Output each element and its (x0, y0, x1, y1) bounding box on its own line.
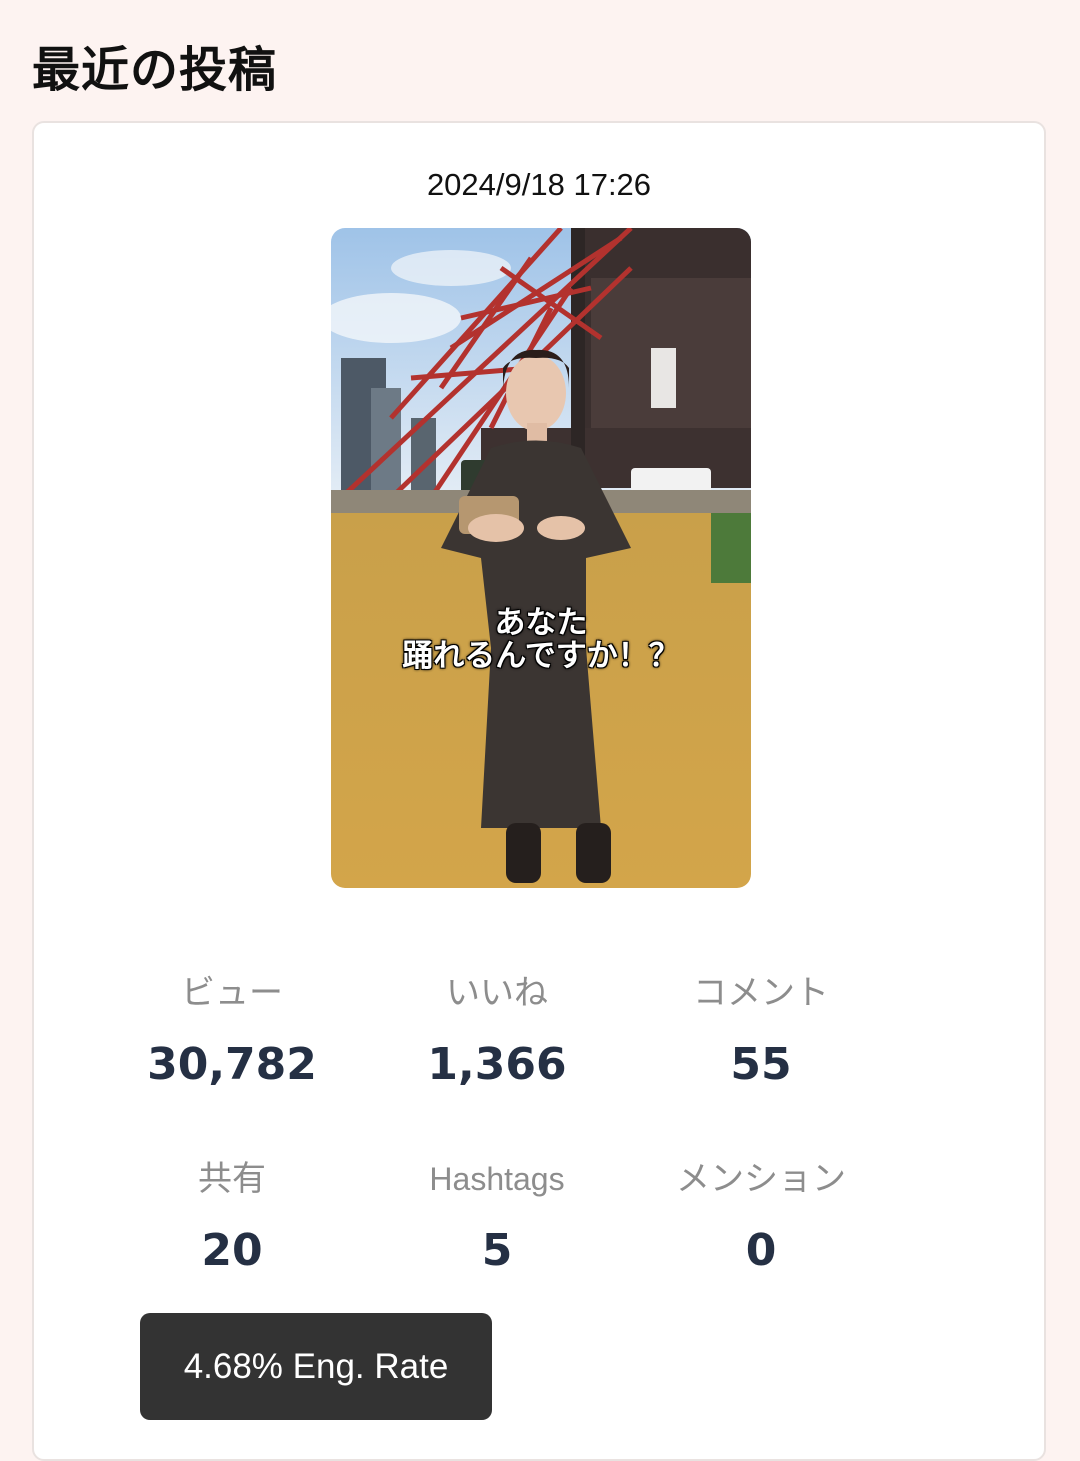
stat-likes: いいね 1,366 (367, 971, 627, 1091)
stat-value-views: 30,782 (147, 1039, 317, 1090)
stat-mentions: メンション 0 (631, 1157, 891, 1277)
recent-post-card[interactable]: 2024/9/18 17:26 あなた 踊れるんですか！？ ビュー 30,782… (32, 121, 1046, 1461)
stat-label-likes: いいね (446, 974, 548, 1012)
stat-value-hashtags: 5 (481, 1225, 513, 1276)
stat-label-views: ビュー (181, 974, 283, 1012)
engagement-rate-badge: 4.68% Eng. Rate (140, 1313, 492, 1420)
post-date: 2024/9/18 17:26 (426, 167, 652, 202)
stat-value-mentions: 0 (745, 1225, 777, 1276)
stat-label-shares: 共有 (198, 1160, 266, 1198)
stat-comments: コメント 55 (631, 971, 891, 1091)
stat-label-comments: コメント (693, 974, 829, 1012)
stat-label-mentions: メンション (676, 1160, 846, 1198)
stat-label-hashtags: Hashtags (429, 1161, 565, 1197)
post-caption-line2: 踊れるんですか！？ (402, 638, 680, 674)
stat-views: ビュー 30,782 (102, 971, 362, 1091)
stat-value-shares: 20 (201, 1225, 263, 1276)
stat-value-likes: 1,366 (427, 1039, 567, 1090)
post-caption-line1: あなた (494, 605, 588, 641)
stat-hashtags: Hashtags 5 (367, 1157, 627, 1277)
page-title: 最近の投稿 (32, 42, 278, 98)
post-thumbnail[interactable]: あなた 踊れるんですか！？ (331, 228, 751, 888)
post-thumbnail-image (331, 228, 751, 888)
stat-shares: 共有 20 (102, 1157, 362, 1277)
stat-value-comments: 55 (730, 1039, 792, 1090)
